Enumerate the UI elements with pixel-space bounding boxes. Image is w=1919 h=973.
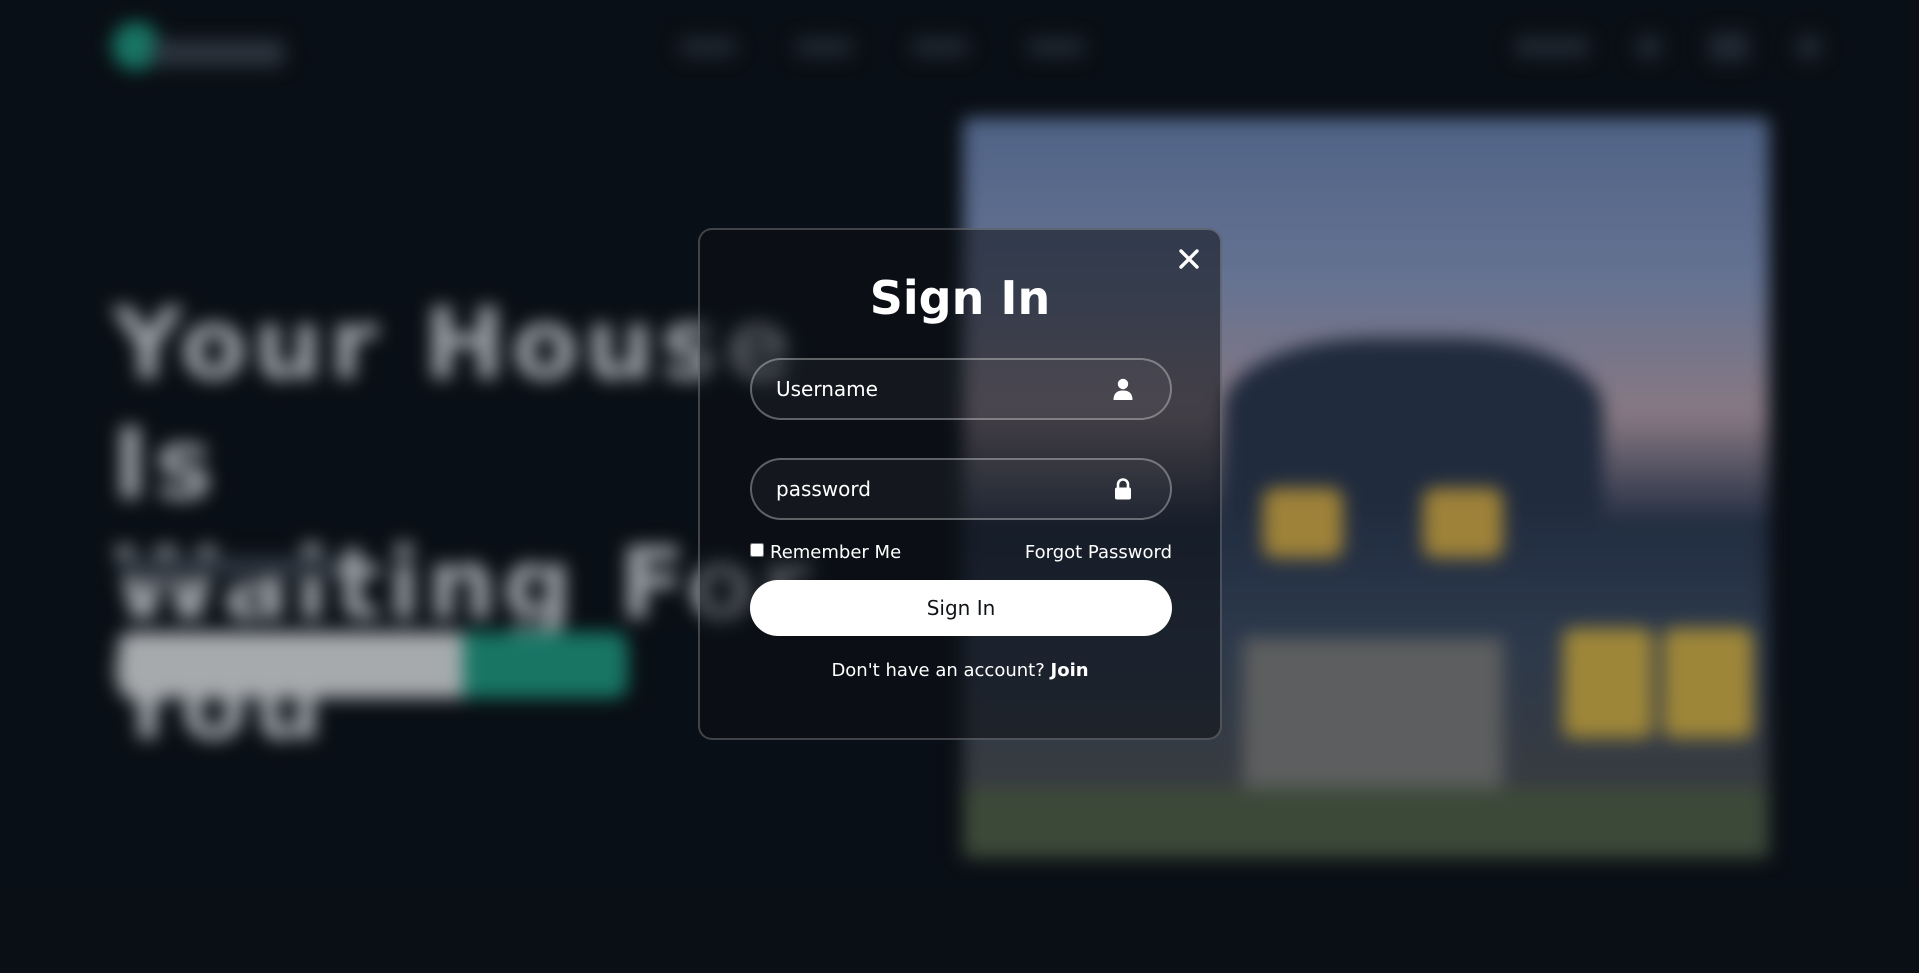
remember-me-label: Remember Me — [770, 541, 902, 563]
username-field-wrapper — [750, 358, 1172, 420]
forgot-password-link[interactable]: Forgot Password — [1025, 542, 1172, 563]
password-input[interactable] — [752, 460, 1170, 518]
no-account-text: Don't have an account? — [831, 660, 1045, 681]
sign-in-modal: Sign In Remember Me Forgot Password Sign… — [698, 228, 1222, 740]
join-prompt: Don't have an account? Join — [700, 660, 1220, 681]
username-input[interactable] — [752, 360, 1170, 418]
remember-me-checkbox[interactable] — [750, 543, 764, 557]
sign-in-button[interactable]: Sign In — [750, 580, 1172, 636]
user-icon — [1112, 377, 1134, 401]
lock-icon — [1112, 477, 1134, 501]
join-link[interactable]: Join — [1051, 660, 1089, 681]
login-options-row: Remember Me Forgot Password — [750, 540, 1172, 564]
remember-me: Remember Me — [750, 542, 901, 563]
password-field-wrapper — [750, 458, 1172, 520]
close-icon — [1179, 249, 1199, 269]
modal-title: Sign In — [869, 271, 1051, 325]
